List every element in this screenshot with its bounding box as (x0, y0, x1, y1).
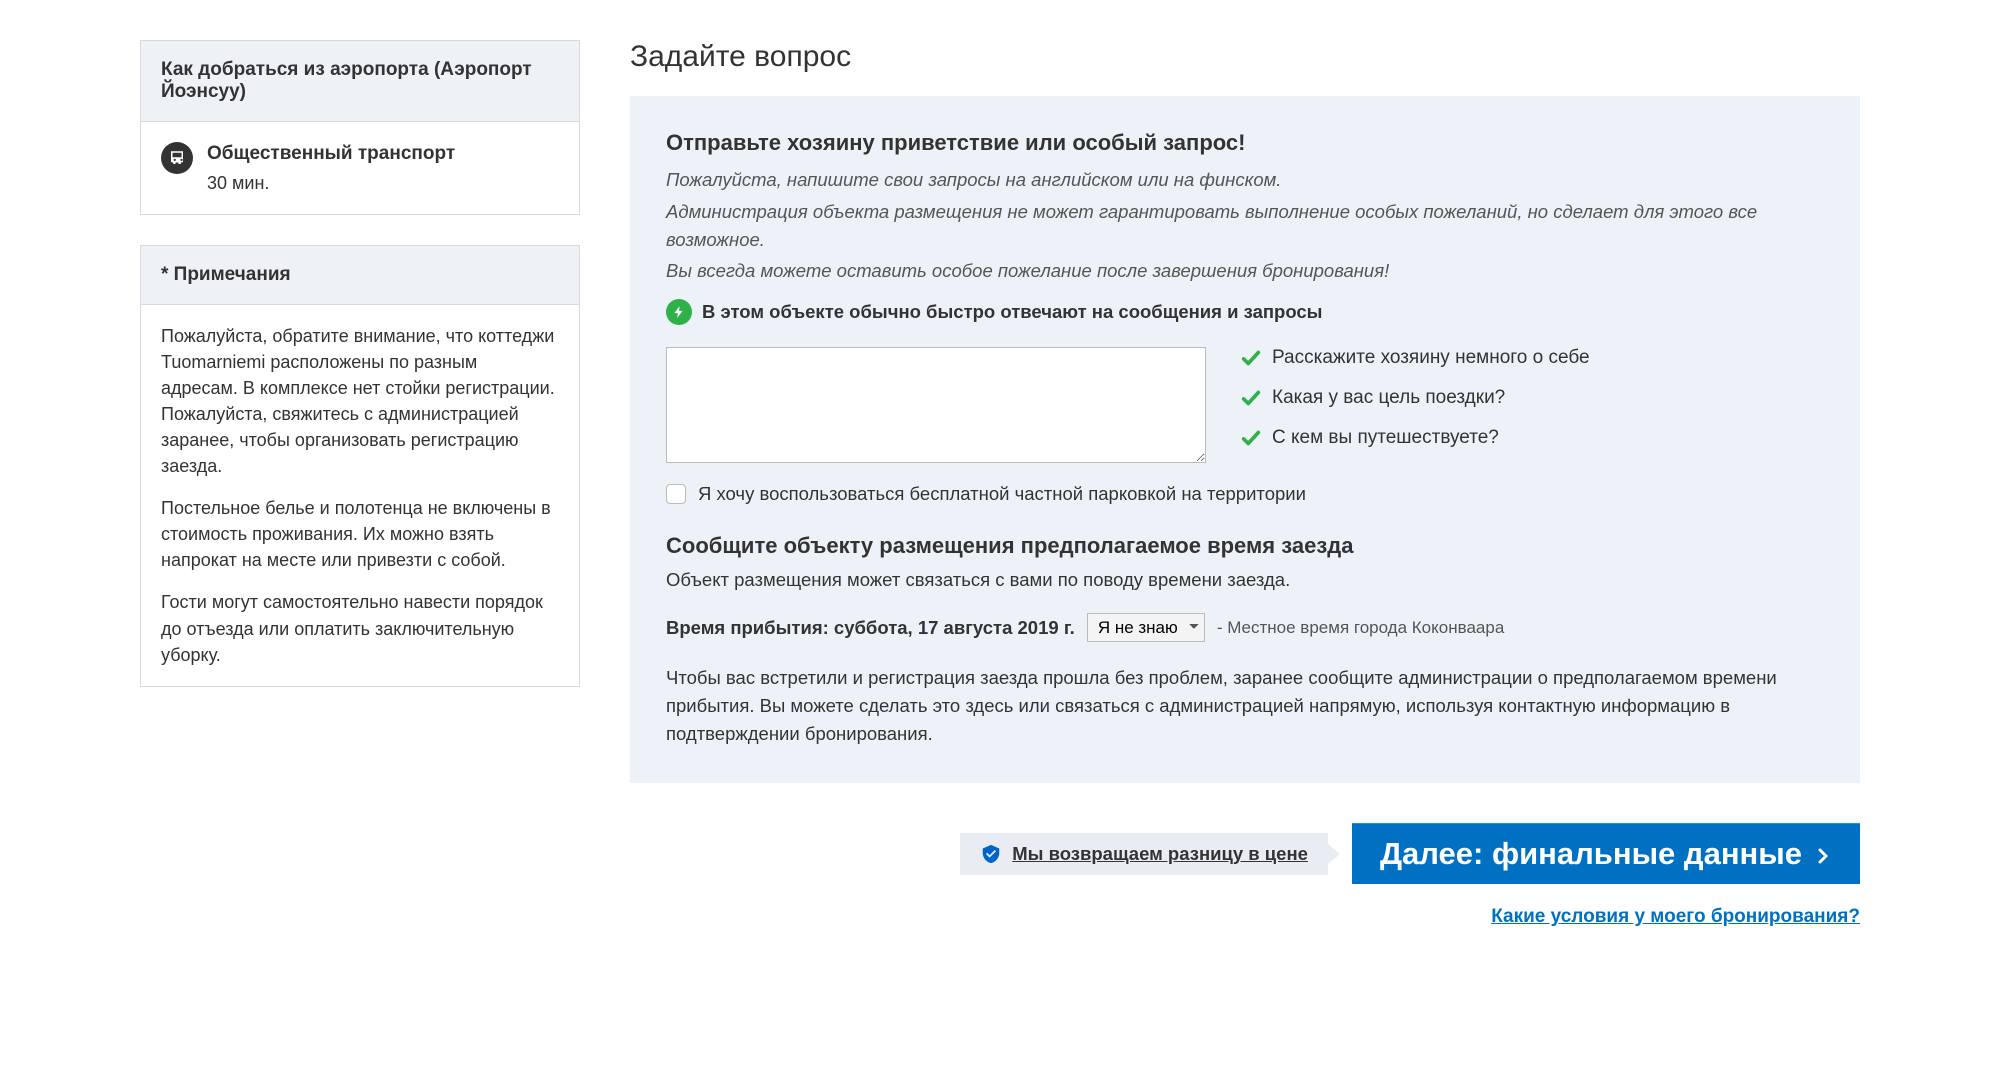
parking-checkbox-label: Я хочу воспользоваться бесплатной частно… (698, 483, 1306, 505)
next-button-label: Далее: финальные данные (1380, 836, 1802, 872)
subnote-1: Пожалуйста, напишите свои запросы на анг… (666, 166, 1824, 194)
hints-list: Расскажите хозяину немного о себе Какая … (1240, 347, 1824, 449)
special-request-textarea[interactable] (666, 347, 1206, 463)
check-icon (1240, 347, 1262, 369)
main-content: Задайте вопрос Отправьте хозяину приветс… (630, 40, 1860, 928)
question-panel: Отправьте хозяину приветствие или особый… (630, 96, 1860, 783)
bottom-actions: Мы возвращаем разницу в цене Далее: фина… (630, 823, 1860, 884)
arrival-sub: Объект размещения может связаться с вами… (666, 569, 1824, 591)
notes-card-title: * Примечания (141, 246, 579, 305)
chevron-right-icon (1814, 841, 1832, 867)
price-match-icon (980, 843, 1002, 865)
airport-card-title: Как добраться из аэропорта (Аэропорт Йоэ… (141, 41, 579, 122)
transport-time: 30 мин. (207, 170, 455, 196)
notes-p3: Гости могут самостоятельно навести поряд… (161, 589, 559, 667)
notes-card: * Примечания Пожалуйста, обратите вниман… (140, 245, 580, 687)
arrival-heading: Сообщите объекту размещения предполагаем… (666, 533, 1824, 559)
timezone-note: - Местное время города Коконваара (1217, 618, 1504, 638)
transport-row: Общественный транспорт 30 мин. (161, 140, 559, 196)
subnote-2: Администрация объекта размещения не може… (666, 198, 1824, 254)
parking-checkbox-row[interactable]: Я хочу воспользоваться бесплатной частно… (666, 483, 1824, 505)
check-icon (1240, 387, 1262, 409)
bus-icon (161, 142, 193, 174)
arrival-time-select[interactable]: Я не знаю (1087, 613, 1205, 642)
hint-text: Расскажите хозяину немного о себе (1272, 347, 1590, 369)
greeting-heading: Отправьте хозяину приветствие или особый… (666, 130, 1824, 156)
airport-card: Как добраться из аэропорта (Аэропорт Йоэ… (140, 40, 580, 215)
hint-text: Какая у вас цель поездки? (1272, 387, 1505, 409)
price-match-badge[interactable]: Мы возвращаем разницу в цене (960, 833, 1328, 875)
arrival-info: Чтобы вас встретили и регистрация заезда… (666, 664, 1824, 747)
fast-reply-row: В этом объекте обычно быстро отвечают на… (666, 299, 1824, 325)
sidebar: Как добраться из аэропорта (Аэропорт Йоэ… (140, 40, 580, 717)
hint-item: С кем вы путешествуете? (1240, 427, 1824, 449)
checkbox-icon[interactable] (666, 484, 686, 504)
notes-p1: Пожалуйста, обратите внимание, что котте… (161, 323, 559, 480)
fast-reply-text: В этом объекте обычно быстро отвечают на… (702, 301, 1322, 323)
check-icon (1240, 427, 1262, 449)
hint-text: С кем вы путешествуете? (1272, 427, 1499, 449)
price-match-text: Мы возвращаем разницу в цене (1012, 843, 1308, 865)
page-title: Задайте вопрос (630, 40, 1860, 74)
hint-item: Какая у вас цель поездки? (1240, 387, 1824, 409)
notes-p2: Постельное белье и полотенца не включены… (161, 495, 559, 573)
bolt-icon (666, 299, 692, 325)
booking-terms-link[interactable]: Какие условия у моего бронирования? (630, 906, 1860, 928)
subnote-3: Вы всегда можете оставить особое пожелан… (666, 257, 1824, 285)
hint-item: Расскажите хозяину немного о себе (1240, 347, 1824, 369)
transport-label: Общественный транспорт (207, 140, 455, 168)
arrival-label: Время прибытия: суббота, 17 августа 2019… (666, 617, 1075, 639)
next-button[interactable]: Далее: финальные данные (1352, 823, 1860, 884)
